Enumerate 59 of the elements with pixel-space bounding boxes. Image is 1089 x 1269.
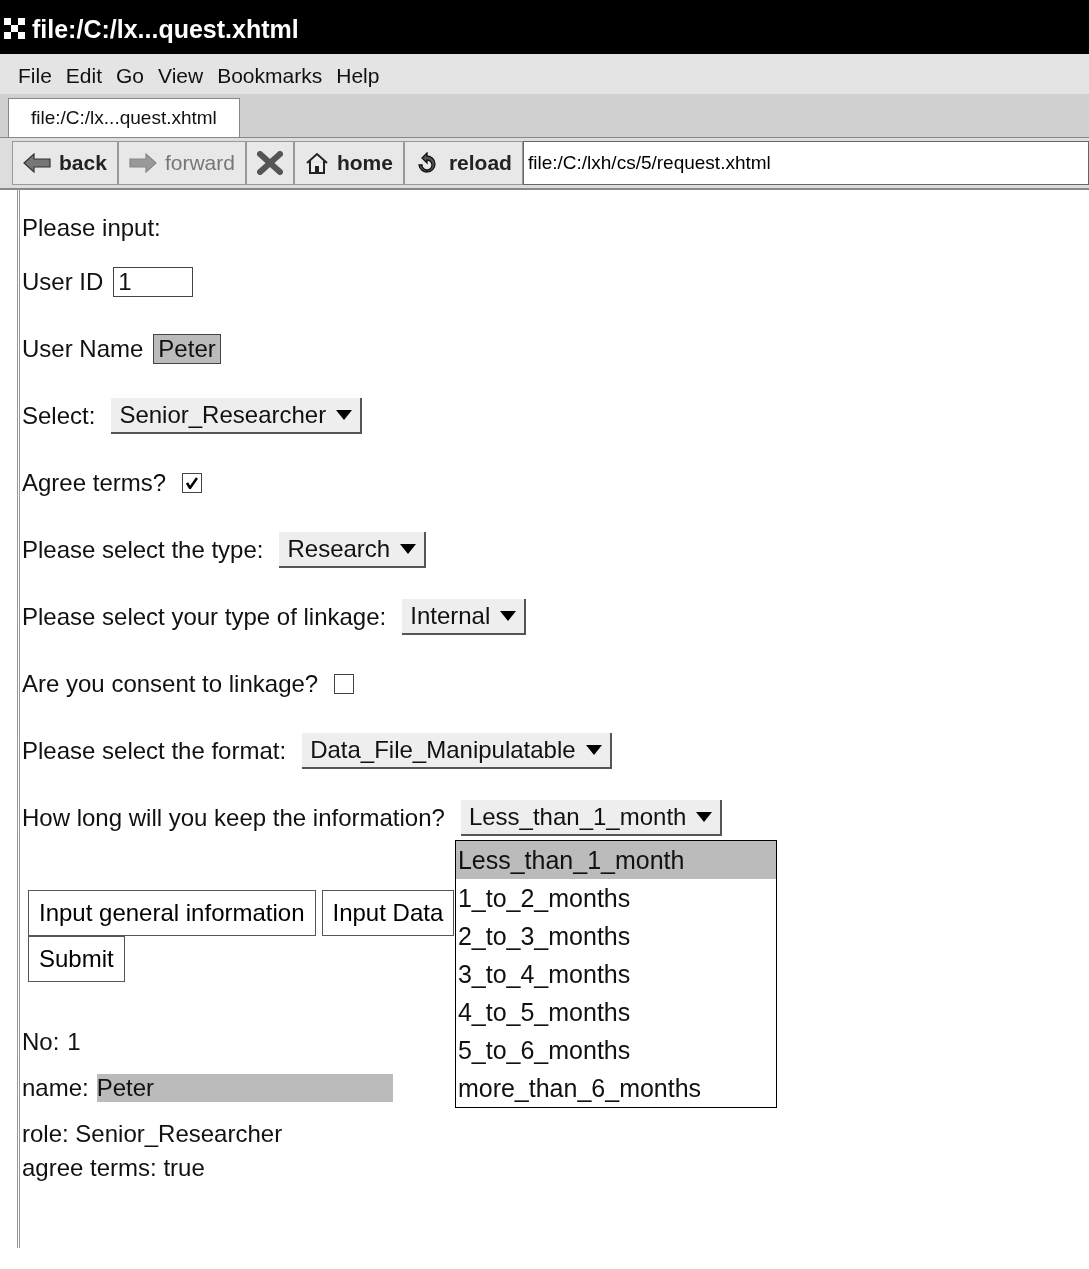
back-button[interactable]: back [12,141,118,185]
dropdown-option[interactable]: 1_to_2_months [455,879,776,917]
dropdown[interactable]: Internal [402,599,527,635]
dropdown[interactable]: Data_File_Manipulatable [302,733,612,769]
output-value: Peter [96,1074,393,1102]
app-icon [4,18,26,40]
checkbox[interactable] [334,674,355,694]
text-field[interactable]: 1 [113,267,194,297]
form-button[interactable]: Submit [28,936,125,982]
left-arrow-icon [23,153,51,173]
output-text: role: Senior_Researcher [22,1120,284,1148]
tab[interactable]: file:/C:/lx...quest.xhtml [8,98,240,137]
field-label: User ID [22,268,104,296]
field-label: Please select the format: [22,737,287,765]
window-title: file:/C:/lx...quest.xhtml [32,14,299,44]
dropdown[interactable]: Research [279,532,427,568]
dropdown[interactable]: Less_than_1_month [460,800,723,836]
menu-item[interactable]: Help [336,64,380,88]
field-label: Please select your type of linkage: [22,603,387,631]
caret-icon [500,611,517,621]
menu-item[interactable]: View [158,64,204,88]
house-icon [304,152,329,174]
menu-item[interactable]: Edit [65,64,103,88]
form-button[interactable]: Input general information [28,890,316,936]
dropdown-option[interactable]: 4_to_5_months [455,993,776,1031]
menu-item[interactable]: File [18,64,52,88]
output-value: 1 [67,1028,81,1056]
field-label: User Name [22,335,144,363]
caret-icon [400,544,417,554]
dropdown-option[interactable]: 3_to_4_months [455,955,776,993]
x-icon [256,151,283,175]
stop-button[interactable] [245,141,294,185]
caret-icon [336,410,353,420]
field-label: Please select the type: [22,536,264,564]
caret-icon [696,812,713,822]
menu-item[interactable]: Go [116,64,145,88]
caret-icon [585,745,602,755]
menu-item[interactable]: Bookmarks [217,64,323,88]
field-label: Select: [22,402,96,430]
right-arrow-icon [128,153,157,173]
dropdown-option[interactable]: more_than_6_months [455,1069,776,1107]
output-text: agree terms: true [22,1154,206,1182]
dropdown-option[interactable]: 5_to_6_months [455,1031,776,1069]
dropdown-option[interactable]: Less_than_1_month [455,841,776,879]
field-label: Are you consent to linkage? [22,670,319,698]
output-label: No: [22,1028,60,1056]
home-button[interactable]: home [293,141,404,185]
reload-button[interactable]: reload [403,141,523,185]
field-label: Agree terms? [22,469,167,497]
check-icon [186,477,199,489]
address-field[interactable]: file:/C:/lxh/cs/5/request.xhtml [522,141,1089,185]
heading: Please input: [22,214,161,242]
dropdown-option[interactable]: 2_to_3_months [455,917,776,955]
field-label: How long will you keep the information? [22,804,445,832]
checkbox[interactable] [182,473,203,493]
text-field[interactable]: Peter [153,334,221,364]
output-label: name: [22,1074,89,1102]
dropdown[interactable]: Senior_Researcher [111,398,363,434]
form-button[interactable]: Input Data [321,890,455,936]
